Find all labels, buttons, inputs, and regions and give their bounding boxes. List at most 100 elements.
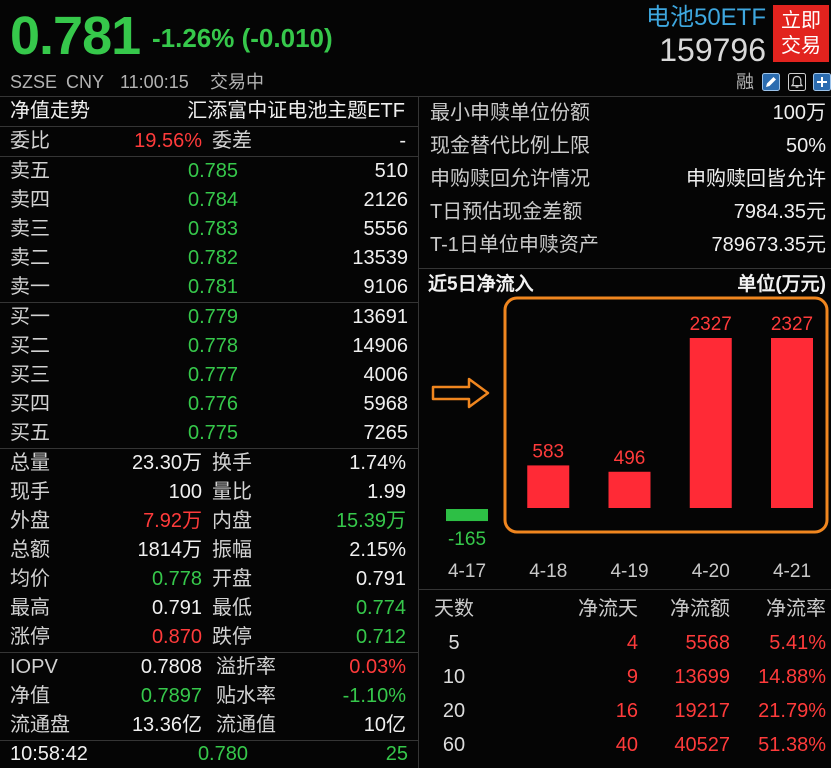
bid-level-label: 买三 (10, 364, 50, 386)
x-tick-label: 4-21 (773, 561, 811, 582)
premium-rate-label: 溢折率 (216, 656, 276, 678)
bid-price: 0.779 (188, 306, 239, 328)
tick-price: 0.780 (197, 743, 248, 765)
table-row: 60 40 40527 51.38% (419, 728, 831, 762)
divider (419, 589, 831, 590)
stat-label: 量比 (212, 481, 252, 503)
column-header-inflow-days: 净流天 (578, 598, 638, 620)
ask-level-label: 卖二 (10, 247, 50, 269)
bid-price: 0.775 (188, 422, 239, 444)
price-change: -1.26% (-0.010) (152, 23, 333, 53)
stat-label: 跌停 (212, 626, 252, 648)
etf-info-label: T-1日单位申赎资产 (430, 234, 599, 256)
stat-value: 0.712 (355, 626, 406, 648)
table-cell: 40 (615, 734, 638, 756)
ask-volume: 510 (374, 160, 408, 182)
iopv-label: IOPV (10, 656, 58, 678)
bid-volume: 13691 (352, 306, 408, 328)
premium-rate-value: 0.03% (349, 656, 406, 678)
float-value-value: 10亿 (363, 714, 406, 736)
stat-label: 涨停 (10, 626, 50, 648)
bid-price: 0.778 (188, 335, 239, 357)
margin-trading-badge: 融 (736, 72, 754, 92)
bid-volume: 5968 (363, 393, 409, 415)
stat-label: 换手 (212, 452, 252, 474)
stat-label: 总额 (10, 539, 50, 561)
bar-value-label: -165 (448, 529, 486, 550)
order-ratio-row: 委比 19.56% 委差 - (0, 127, 418, 156)
ask-level-label: 卖三 (10, 218, 50, 240)
etf-info-value: 7984.35元 (733, 201, 826, 223)
bid-volume: 14906 (352, 335, 408, 357)
trade-now-button[interactable]: 立即 交易 (773, 5, 829, 62)
quote-time: 11:00:15 (120, 72, 189, 92)
net-flow-table: 天数 净流天 净流额 净流率 5 4 5568 5.41% 10 9 13699… (419, 592, 831, 762)
ask-volume: 9106 (363, 276, 409, 298)
table-cell: 9 (626, 666, 638, 688)
order-diff-label: 委差 (212, 130, 252, 152)
stat-row: 现手 100 量比 1.99 (0, 478, 418, 507)
stat-row: 外盘 7.92万 内盘 15.39万 (0, 507, 418, 536)
table-cell: 10 (442, 666, 466, 688)
ask-volume: 13539 (352, 247, 408, 269)
table-cell: 14.88% (758, 666, 826, 688)
table-row: 20 16 19217 21.79% (419, 694, 831, 728)
net-flow-bar (527, 465, 570, 508)
add-icon[interactable] (813, 73, 831, 91)
stat-row: 最高 0.791 最低 0.774 (0, 594, 418, 623)
etf-info-label: 最小申赎单位份额 (430, 102, 590, 124)
table-cell: 21.79% (758, 700, 826, 722)
etf-info-value: 100万 (772, 102, 826, 124)
stat-row: 总额 1814万 振幅 2.15% (0, 536, 418, 565)
tick-volume: 25 (385, 743, 408, 765)
bid-level-label: 买二 (10, 335, 50, 357)
highlight-arrow-icon (431, 377, 490, 409)
bid-row: 买二 0.778 14906 (0, 332, 418, 361)
ask-level-label: 卖一 (10, 276, 50, 298)
table-header-row: 天数 净流天 净流额 净流率 (419, 592, 831, 626)
etf-info-value: 申购赎回皆允许 (686, 168, 826, 190)
currency-label: CNY (66, 72, 105, 92)
column-header-inflow-rate: 净流率 (766, 598, 826, 620)
stat-value: 15.39万 (335, 510, 406, 532)
alert-icon[interactable] (788, 73, 806, 91)
etf-info-label: 现金替代比例上限 (430, 135, 590, 157)
bid-price: 0.777 (188, 364, 239, 386)
table-cell: 19217 (674, 700, 730, 722)
order-ratio-label: 委比 (10, 130, 50, 152)
bid-volume: 7265 (363, 422, 409, 444)
bid-row: 买三 0.777 4006 (0, 361, 418, 390)
table-cell: 13699 (674, 666, 730, 688)
stat-value: 7.92万 (143, 510, 202, 532)
stat-value: 1.74% (349, 452, 406, 474)
x-tick-label: 4-19 (610, 561, 648, 582)
bid-level-label: 买五 (10, 422, 50, 444)
etf-info-value: 50% (785, 135, 826, 157)
net-flow-bar (608, 471, 651, 508)
ask-volume: 2126 (363, 189, 409, 211)
x-tick-label: 4-17 (448, 561, 486, 582)
edit-icon[interactable] (762, 73, 780, 91)
stat-value: 1.99 (367, 481, 406, 503)
table-cell: 16 (615, 700, 638, 722)
stat-value: 2.15% (349, 539, 406, 561)
etf-quote-screen: 0.781 -1.26% (-0.010) 电池50ETF 159796 立即 … (0, 0, 831, 768)
ask-row: 卖一 0.781 9106 (0, 273, 418, 302)
exchange-label: SZSE (10, 72, 58, 92)
tick-time: 10:58:42 (10, 743, 88, 765)
iopv-row: 流通盘 13.36亿 流通值 10亿 (0, 711, 418, 740)
etf-info-label: 申购赎回允许情况 (430, 168, 590, 190)
table-row: 5 4 5568 5.41% (419, 626, 831, 660)
nav-label: 净值 (10, 685, 50, 707)
net-flow-chart: -165 4-17 583 4-18 496 4-19 2327 4-20 2327 4-21 (431, 296, 829, 582)
ask-price: 0.782 (188, 247, 239, 269)
nav-trend-tab[interactable]: 净值走势 (10, 97, 90, 126)
bar-value-label: 583 (532, 441, 564, 462)
stat-row: 均价 0.778 开盘 0.791 (0, 565, 418, 594)
bid-row: 买四 0.776 5968 (0, 390, 418, 419)
table-cell: 20 (442, 700, 466, 722)
table-cell: 5.41% (769, 632, 826, 654)
column-header-inflow-amount: 净流额 (670, 598, 730, 620)
bid-row: 买一 0.779 13691 (0, 303, 418, 332)
etf-info-row: 申购赎回允许情况 申购赎回皆允许 (419, 163, 831, 196)
